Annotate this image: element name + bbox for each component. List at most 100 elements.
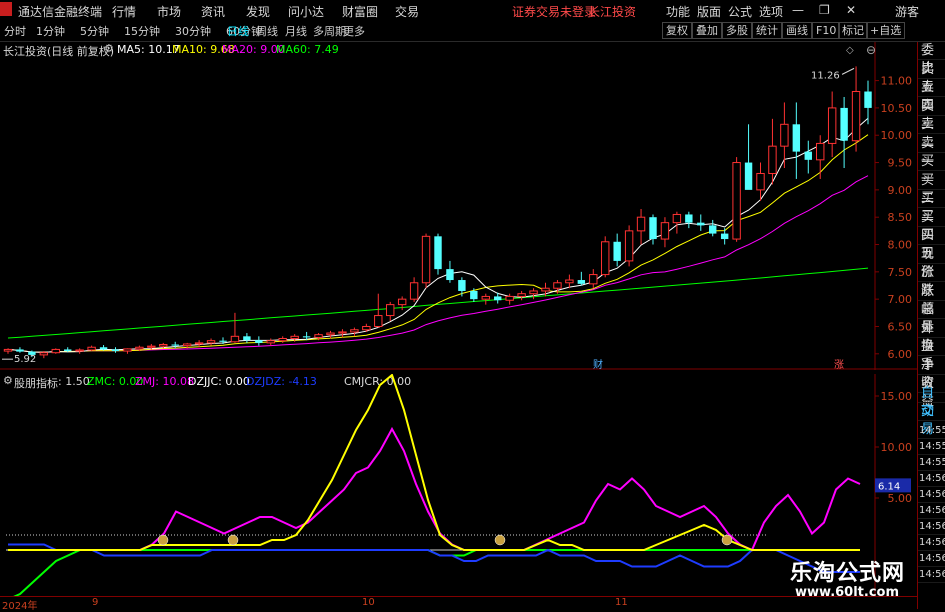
period-tab-timeshare[interactable]: 分时 [4, 23, 26, 39]
y-tick-label: 7.00 [888, 293, 913, 306]
candle-body [816, 142, 825, 161]
x-label-sep: 9 [92, 597, 99, 608]
period-tab-more[interactable]: 更多 [343, 23, 365, 39]
mark-button[interactable]: 标记 [838, 22, 868, 39]
candle-body [636, 216, 646, 232]
multi-stock-button[interactable]: 多股 [722, 22, 752, 39]
y-tick-label: 11.00 [881, 75, 913, 88]
sidebar-item[interactable]: 买一 [918, 153, 945, 187]
indicator-line-dzjdz [8, 543, 860, 573]
tick-time: 14:56 [918, 519, 945, 535]
minimize-icon[interactable]: — [792, 3, 804, 17]
menu-bar: 通达信金融终端 行情 市场 资讯 发现 问小达 财富圈 交易 证券交易未登录 长… [0, 0, 945, 21]
period-tab-weekly[interactable]: 周线 [256, 23, 278, 39]
sidebar-item[interactable]: 现价 [918, 246, 945, 280]
menu-item-discover[interactable]: 发现 [246, 3, 270, 20]
candle-body [840, 107, 848, 141]
period-tab-30min[interactable]: 30分钟 [175, 23, 211, 39]
menu-item-wealth[interactable]: 财富圈 [342, 3, 378, 20]
sidebar-item[interactable]: 外盘 [918, 320, 945, 354]
period-tab-15min[interactable]: 15分钟 [124, 23, 160, 39]
candle-body [517, 293, 526, 297]
period-tab-1min[interactable]: 1分钟 [36, 23, 65, 39]
period-tab-5min[interactable]: 5分钟 [80, 23, 109, 39]
current-value-label: 6.14 [878, 481, 900, 492]
candle-body [147, 345, 156, 348]
candle-body [374, 315, 383, 327]
tick-time: 14:56 [918, 551, 945, 567]
candle-body [362, 325, 371, 331]
candle-body [541, 287, 550, 292]
candle-body [446, 269, 454, 281]
restore-icon[interactable]: ❐ [819, 3, 830, 17]
diamond-icon: ◇ [846, 45, 854, 56]
sidebar-item[interactable]: 委比 [918, 42, 945, 76]
period-tab-monthly[interactable]: 月线 [285, 23, 307, 39]
indicator-chart[interactable]: 15.00 10.00 5.006.14 [0, 374, 917, 596]
draw-line-button[interactable]: 画线 [782, 22, 812, 39]
sidebar-item[interactable]: 换手 [918, 338, 945, 372]
watermark-title: 乐淘公式网 [790, 561, 906, 586]
candle-body [159, 344, 168, 347]
tick-time: 14:56 [918, 535, 945, 551]
f10-button[interactable]: F10 [812, 22, 841, 39]
tick-time: 14:55 [918, 439, 945, 455]
adjust-button[interactable]: 复权 [662, 22, 692, 39]
y-tick-label: 10.00 [881, 129, 913, 142]
auto-trade-label[interactable]: 自动 [918, 385, 945, 419]
candle-body [350, 329, 359, 333]
candle-body [39, 352, 49, 356]
login-status[interactable]: 证券交易未登录 [512, 3, 596, 20]
add-favorite-button[interactable]: +自选 [866, 22, 906, 39]
sidebar-item[interactable]: 卖四 [918, 79, 945, 113]
sidebar-item[interactable]: 买四 [918, 209, 945, 243]
sidebar-item[interactable]: 卖五 [918, 61, 945, 95]
sidebar-item[interactable]: 净资 [918, 357, 945, 391]
menu-item-news[interactable]: 资讯 [201, 3, 225, 20]
menu-options[interactable]: 选项 [759, 3, 783, 20]
y-tick-label: 6.00 [888, 348, 913, 361]
candle-body [16, 349, 24, 352]
signal-coin-icon [157, 534, 169, 546]
candle-body [553, 282, 562, 289]
candle-body [64, 349, 72, 352]
y-tick-label: 15.00 [881, 390, 913, 403]
sidebar-item[interactable]: 买二 [918, 172, 945, 206]
candle-body [709, 225, 717, 234]
menu-layout[interactable]: 版面 [697, 3, 721, 20]
auto-trade-label[interactable]: 交易 [918, 403, 945, 437]
candle-body [230, 335, 240, 343]
user-label[interactable]: 游客 [895, 3, 919, 20]
tick-time: 14:55 [918, 423, 945, 439]
x-label-year: 2024年 [2, 601, 38, 612]
candle-body [780, 123, 789, 147]
menu-function[interactable]: 功能 [666, 3, 690, 20]
menu-item-board[interactable]: 市场 [157, 3, 181, 20]
statistics-button[interactable]: 统计 [752, 22, 782, 39]
period-tab-multi[interactable]: 多周期 [313, 23, 346, 39]
overlay-button[interactable]: 叠加 [692, 22, 722, 39]
candlestick-chart[interactable]: 11.00 10.50 10.00 9.50 9.00 8.50 8.00 7.50 7.00 6… [0, 42, 917, 370]
sidebar-item[interactable]: 买五 [918, 227, 945, 261]
y-tick-label: 10.00 [881, 441, 913, 454]
y-tick-label: 6.50 [888, 320, 913, 333]
sidebar-item[interactable]: 卖三 [918, 98, 945, 132]
menu-item-trade[interactable]: 交易 [395, 3, 419, 20]
close-icon[interactable]: ✕ [846, 3, 856, 17]
candle-body [458, 280, 466, 291]
candle-body [804, 151, 812, 160]
candle-body [278, 338, 287, 342]
sidebar-item[interactable]: 买三 [918, 190, 945, 224]
sidebar-item[interactable]: 涨跌 [918, 264, 945, 298]
sidebar-item[interactable]: 卖二 [918, 116, 945, 150]
candle-body [864, 91, 872, 108]
menu-formula[interactable]: 公式 [728, 3, 752, 20]
sidebar-item[interactable]: 卖一 [918, 135, 945, 169]
menu-item-ask[interactable]: 问小达 [288, 3, 324, 20]
sidebar-item[interactable]: 涨幅 [918, 283, 945, 317]
sidebar-item[interactable]: 总量 [918, 301, 945, 335]
menu-item-market[interactable]: 行情 [112, 3, 136, 20]
period-tab-daily[interactable]: 日线 [227, 23, 249, 39]
candle-body [613, 241, 621, 261]
candle-body [827, 107, 837, 144]
